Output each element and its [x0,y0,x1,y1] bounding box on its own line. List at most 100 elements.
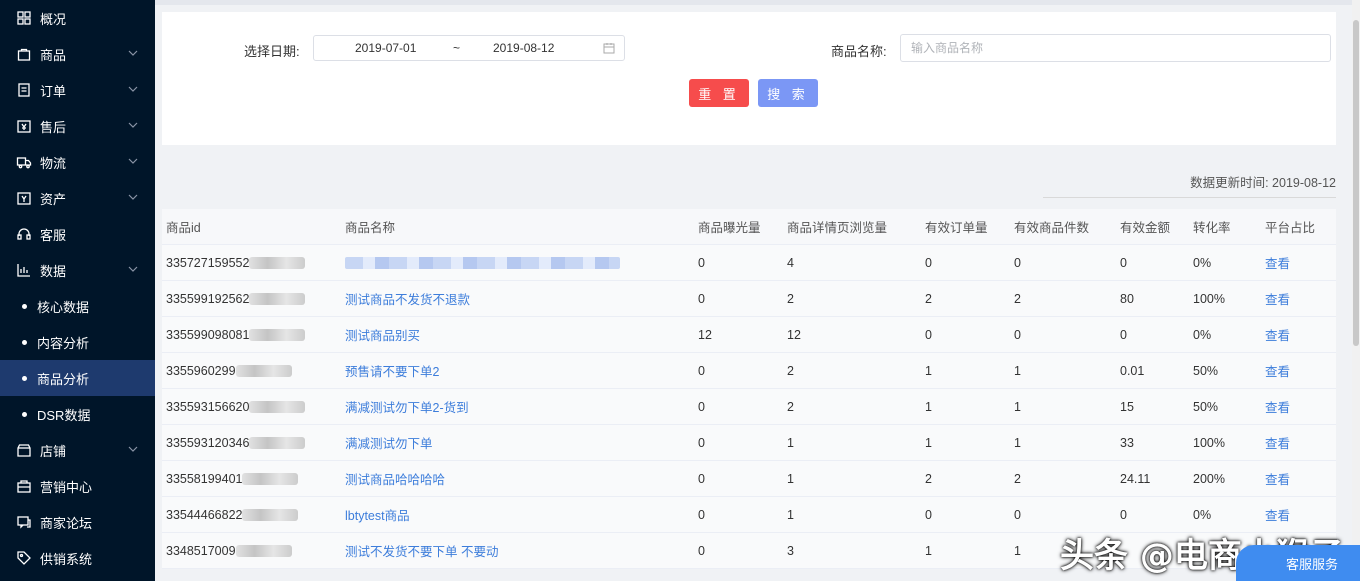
cell-amount: 80 [1116,280,1189,317]
service-label: 客服服务 [1286,556,1339,572]
nav-item-aftersale[interactable]: 售后 [0,108,155,144]
exposure-text: 0 [698,471,705,486]
date-range-picker[interactable]: 2019-07-01 ~ 2019-08-12 [313,35,625,61]
exposure-text: 0 [698,363,705,378]
cell-conversion: 100% [1189,280,1261,317]
nav-sub-dsr-data[interactable]: DSR数据 [0,396,155,432]
name-text[interactable]: 测试商品不发货不退款 [345,293,470,307]
nav-sub-goods-analysis[interactable]: 商品分析 [0,360,155,396]
cell-name[interactable]: 测试不发货不要下单 不要动 [341,532,694,569]
nav-item-overview[interactable]: 概况 [0,0,155,36]
action-text[interactable]: 查看 [1265,509,1290,523]
nav-item-orders[interactable]: 订单 [0,72,155,108]
nav-item-assets[interactable]: 资产 [0,180,155,216]
name-text[interactable]: 测试不发货不要下单 不要动 [345,545,498,559]
cell-name[interactable]: 满减测试勿下单 [341,424,694,461]
views-text: 1 [787,471,794,486]
bag-icon [16,46,32,62]
items-text: 1 [1014,399,1021,414]
orders-text: 1 [925,363,932,378]
date-start[interactable]: 2019-07-01 [355,41,416,55]
calendar-icon[interactable] [603,42,615,54]
name-text[interactable]: 满减测试勿下单2-货到 [345,401,469,415]
search-button[interactable]: 搜 索 [758,79,818,107]
cell-items: 0 [1010,244,1116,281]
cell-name[interactable] [341,244,694,281]
col-header: 有效订单量 [921,209,1010,245]
nav-item-shop[interactable]: 店铺 [0,432,155,468]
nav-sub-core-data[interactable]: 核心数据 [0,288,155,324]
cell-items: 0 [1010,316,1116,353]
headset-icon [16,226,32,242]
amount-text: 80 [1120,291,1134,306]
cell-action[interactable]: 查看 [1261,388,1336,425]
customer-service-button[interactable]: 客服服务 [1236,545,1360,581]
cell-name[interactable]: 测试商品别买 [341,316,694,353]
redacted-name-mask [345,257,620,270]
nav-item-logistics[interactable]: 物流 [0,144,155,180]
cell-action[interactable]: 查看 [1261,244,1336,281]
cell-action[interactable]: 查看 [1261,352,1336,389]
chart-icon [16,262,32,278]
orders-text: 1 [925,399,932,414]
id-text: 3348517009 [166,543,236,558]
col-header: 商品详情页浏览量 [783,209,921,245]
vertical-scrollbar[interactable] [1352,0,1360,581]
action-text[interactable]: 查看 [1265,401,1290,415]
grid-icon [16,10,32,26]
cell-conversion: 0% [1189,316,1261,353]
action-text[interactable]: 查看 [1265,473,1290,487]
cell-name[interactable]: 测试商品哈哈哈哈 [341,460,694,497]
orders-text: 1 [925,435,932,450]
cell-action[interactable]: 查看 [1261,460,1336,497]
action-text[interactable]: 查看 [1265,293,1290,307]
cell-action[interactable]: 查看 [1261,424,1336,461]
name-text[interactable]: 测试商品别买 [345,329,420,343]
action-text[interactable]: 查看 [1265,257,1290,271]
name-text[interactable]: 预售请不要下单2 [345,365,439,379]
scrollbar-thumb[interactable] [1353,20,1359,346]
cell-id: 33558199401 [162,460,341,497]
cell-id: 335599192562 [162,280,341,317]
conversion-text: 0% [1193,507,1212,522]
cell-action[interactable]: 查看 [1261,280,1336,317]
chevron-down-icon [128,194,138,200]
name-text[interactable]: 测试商品哈哈哈哈 [345,473,445,487]
redacted-mask [249,401,306,414]
cell-id: 3348517009 [162,532,341,569]
action-text[interactable]: 查看 [1265,329,1290,343]
cell-exposure: 0 [694,424,783,461]
cell-id: 335593120346 [162,424,341,461]
items-text: 0 [1014,255,1021,270]
chevron-down-icon [128,158,138,164]
cell-id: 335727159552 [162,244,341,281]
col-header: 商品曝光量 [694,209,783,245]
items-text: 1 [1014,435,1021,450]
chevron-down-icon [128,122,138,128]
cell-conversion: 50% [1189,388,1261,425]
action-text[interactable]: 查看 [1265,365,1290,379]
cell-name[interactable]: lbtytest商品 [341,496,694,533]
goods-name-input[interactable] [900,34,1331,62]
nav-item-supply[interactable]: 供销系统 [0,540,155,576]
cell-action[interactable]: 查看 [1261,316,1336,353]
name-text[interactable]: lbtytest商品 [345,509,410,523]
cell-exposure: 0 [694,352,783,389]
id-text: 335593156620 [166,399,250,414]
reset-button[interactable]: 重 置 [689,79,749,107]
nav-item-goods[interactable]: 商品 [0,36,155,72]
nav-item-marketing[interactable]: 营销中心 [0,468,155,504]
cell-name[interactable]: 满减测试勿下单2-货到 [341,388,694,425]
date-end[interactable]: 2019-08-12 [493,41,554,55]
cell-name[interactable]: 预售请不要下单2 [341,352,694,389]
table-row: 335599192562 测试商品不发货不退款 0 2 2 2 80 100% 查看 [162,280,1336,317]
cell-name[interactable]: 测试商品不发货不退款 [341,280,694,317]
cell-exposure: 0 [694,244,783,281]
nav-item-data[interactable]: 数据 [0,252,155,288]
action-text[interactable]: 查看 [1265,437,1290,451]
nav-sub-content-analysis[interactable]: 内容分析 [0,324,155,360]
conversion-text: 50% [1193,363,1219,378]
nav-item-forum[interactable]: 商家论坛 [0,504,155,540]
name-text[interactable]: 满减测试勿下单 [345,437,433,451]
nav-item-service[interactable]: 客服 [0,216,155,252]
